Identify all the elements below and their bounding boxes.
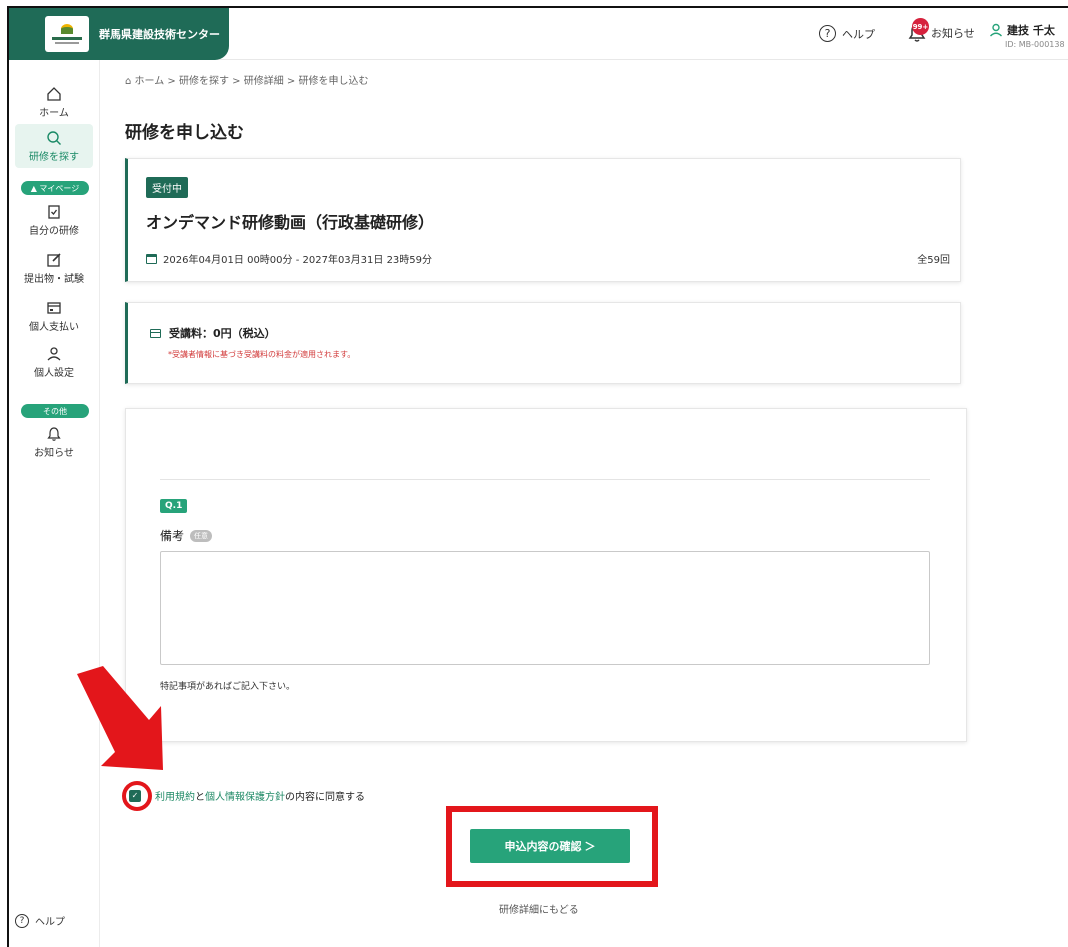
sidebar-item-settings[interactable]: 個人設定	[15, 340, 93, 384]
breadcrumb[interactable]: ⌂ ホーム > 研修を探す > 研修詳細 > 研修を申し込む	[125, 72, 368, 87]
agreement-and-text: と	[195, 792, 205, 803]
mypage-section-pill[interactable]: ▲ マイページ	[21, 181, 89, 195]
logo-subline-icon	[55, 42, 79, 44]
sidebar-item-home[interactable]: ホーム	[15, 80, 93, 124]
fee-note: *受講者情報に基づき受講料の料金が適用されます。	[168, 350, 356, 359]
edit-icon	[47, 252, 61, 267]
sidebar-item-my-training[interactable]: 自分の研修	[15, 198, 93, 242]
sidebar-label-notices: お知らせ	[34, 447, 74, 459]
course-title: オンデマンド研修動画（行政基礎研修）	[146, 213, 435, 232]
sidebar-label-submissions: 提出物・試験	[24, 273, 84, 285]
sidebar-label-home: ホーム	[39, 107, 69, 119]
remarks-help-text: 特記事項があればご記入下さい。	[160, 682, 296, 692]
annotation-rectangle	[446, 806, 658, 887]
user-icon	[990, 23, 1002, 37]
sidebar-help-label: ヘルプ	[35, 917, 65, 928]
sidebar-label-my-training: 自分の研修	[29, 225, 79, 237]
header-help-label: ヘルプ	[842, 27, 875, 41]
user-name: 建技 千太	[1007, 24, 1055, 37]
question-label: 備考 任意	[160, 527, 213, 544]
notice-count-badge: 99+	[912, 18, 929, 35]
sidebar-label-search: 研修を探す	[29, 151, 79, 163]
annotation-arrow-icon	[77, 666, 163, 770]
course-session-count: 全59回	[917, 255, 950, 266]
sidebar-item-notices[interactable]: お知らせ	[15, 420, 93, 464]
help-icon: ?	[15, 913, 29, 928]
course-card: 受付中 オンデマンド研修動画（行政基礎研修） 2026年04月01日 00時00…	[125, 158, 961, 282]
logo-mark-icon	[61, 24, 73, 34]
org-name: 群馬県建設技術センター	[99, 28, 220, 41]
question-label-text: 備考	[160, 529, 185, 543]
user-menu[interactable]: 建技 千太 ID: MB-000138	[989, 22, 1065, 49]
status-badge: 受付中	[146, 177, 188, 198]
calendar-icon	[146, 253, 157, 264]
fee-text: 受講料：0円（税込）	[169, 327, 276, 340]
help-icon: ?	[819, 25, 836, 42]
back-to-detail-link[interactable]: 研修詳細にもどる	[499, 901, 579, 916]
form-divider	[160, 479, 930, 480]
course-period: 2026年04月01日 00時00分 - 2027年03月31日 23時59分	[146, 251, 432, 266]
user-settings-icon	[47, 346, 61, 360]
fee-card: 受講料：0円（税込） *受講者情報に基づき受講料の料金が適用されます。	[125, 302, 961, 384]
credit-card-icon	[150, 328, 161, 338]
annotation-circle	[122, 781, 152, 811]
sidebar-item-submissions[interactable]: 提出物・試験	[15, 246, 93, 290]
app-window: 群馬県建設技術センター ? ヘルプ 99+ お知らせ 建技 千太 ID: MB-…	[7, 6, 1068, 947]
privacy-policy-link[interactable]: 個人情報保護方針	[205, 788, 285, 803]
search-icon	[47, 130, 61, 145]
sidebar-label-payment: 個人支払い	[29, 321, 79, 333]
fee-label: 受講料：0円（税込）	[150, 325, 276, 341]
brand-area[interactable]: 群馬県建設技術センター	[9, 8, 229, 60]
credit-card-icon	[47, 301, 61, 314]
logo-line-icon	[52, 37, 82, 40]
bell-icon: 99+	[907, 18, 929, 44]
sidebar-item-payment[interactable]: 個人支払い	[15, 294, 93, 338]
user-id: ID: MB-000138	[1005, 40, 1065, 49]
header-help-link[interactable]: ? ヘルプ	[819, 25, 875, 42]
other-section-pill[interactable]: その他	[21, 404, 89, 418]
page-title: 研修を申し込む	[125, 123, 244, 143]
sidebar-help-link[interactable]: ? ヘルプ	[15, 913, 65, 928]
terms-link[interactable]: 利用規約	[155, 788, 195, 803]
header-notice-label: お知らせ	[931, 27, 975, 40]
clipboard-check-icon	[48, 204, 60, 219]
home-icon: ⌂	[125, 76, 135, 87]
question-card: Q.1 備考 任意 特記事項があればご記入下さい。	[125, 408, 967, 742]
home-icon	[47, 86, 61, 101]
agreement-row: ✓ 利用規約 と 個人情報保護方針 の内容に同意する	[129, 788, 365, 803]
question-number-badge: Q.1	[160, 499, 188, 513]
sidebar: ホーム 研修を探す ▲ マイページ 自分の研修 提出物・試験 個人支払い 個人設…	[9, 60, 100, 947]
bell-icon	[47, 426, 61, 441]
optional-badge: 任意	[190, 529, 213, 542]
sidebar-label-settings: 個人設定	[34, 367, 74, 379]
org-logo	[45, 16, 89, 52]
breadcrumb-text: ホーム > 研修を探す > 研修詳細 > 研修を申し込む	[134, 76, 369, 87]
agreement-suffix-text: の内容に同意する	[285, 792, 365, 803]
remarks-textarea[interactable]	[160, 551, 930, 665]
top-bar: 群馬県建設技術センター ? ヘルプ 99+ お知らせ 建技 千太 ID: MB-…	[9, 8, 1068, 60]
course-period-text: 2026年04月01日 00時00分 - 2027年03月31日 23時59分	[163, 255, 433, 266]
header-notice-link[interactable]: 99+ お知らせ	[907, 18, 975, 44]
sidebar-item-search[interactable]: 研修を探す	[15, 124, 93, 168]
